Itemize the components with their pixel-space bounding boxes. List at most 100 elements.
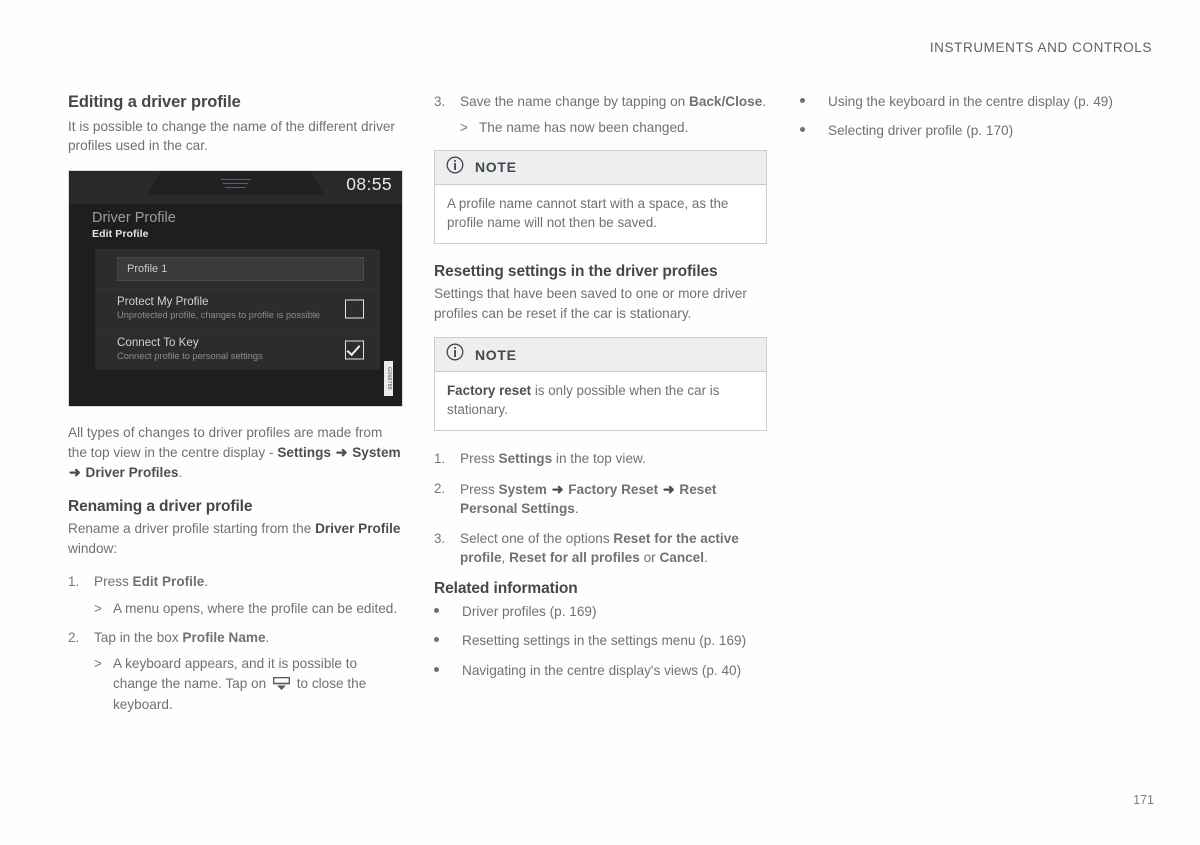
rename-intro-bold: Driver Profile — [315, 521, 401, 537]
related-link[interactable]: Resetting settings in the settings menu … — [462, 631, 767, 650]
step-bold-2: Reset for all profiles — [509, 550, 640, 565]
step-bold: Back/Close — [689, 94, 763, 109]
step-body: Tap in the box Profile Name. > A keyboar… — [94, 628, 401, 715]
step-bold-1: System — [498, 481, 547, 497]
running-header: INSTRUMENTS AND CONTROLS — [929, 40, 1152, 55]
step-text-4: . — [704, 550, 708, 565]
step-text-2: . — [574, 501, 579, 517]
step-bold-1: Settings — [498, 451, 553, 467]
step-result: > The name has now been changed. — [460, 118, 767, 137]
step-body: Select one of the options Reset for the … — [460, 529, 767, 568]
step-text-2: , — [501, 550, 510, 565]
related-information-list-continued: Using the keyboard in the centre display… — [800, 92, 1133, 141]
column-right: Using the keyboard in the centre display… — [800, 92, 1133, 151]
driver-profile-screenshot-figure: 08:55 Driver Profile Edit Profile Profil… — [68, 169, 403, 407]
caption-bold-settings: Settings — [277, 444, 331, 460]
list-item: 2. Tap in the box Profile Name. > A keyb… — [68, 628, 401, 715]
result-marker: > — [460, 120, 468, 136]
arrow-icon: ➜ — [335, 443, 348, 460]
related-link[interactable]: Using the keyboard in the centre display… — [828, 92, 1133, 111]
step-bold: Profile Name — [182, 629, 266, 645]
drag-handle-icon[interactable] — [220, 178, 251, 191]
list-item: Resetting settings in the settings menu … — [434, 631, 767, 650]
renaming-steps-list: 1. Press Edit Profile. > A menu opens, w… — [68, 572, 401, 715]
setting-title: Connect To Key — [117, 335, 199, 349]
info-icon — [446, 156, 464, 179]
step-text-3: or — [639, 550, 660, 565]
result-text: A keyboard appears, and it is possible t… — [113, 654, 401, 714]
caption-period: . — [178, 465, 183, 481]
step-bold-3: Cancel — [659, 550, 705, 565]
list-item: Driver profiles (p. 169) — [434, 602, 767, 621]
step-text-1: Save the name change by tapping on — [460, 94, 689, 109]
profile-name-value: Profile 1 — [127, 262, 168, 275]
related-link[interactable]: Driver profiles (p. 169) — [462, 602, 767, 621]
manual-page: INSTRUMENTS AND CONTROLS Editing a drive… — [0, 0, 1200, 845]
note-body-bold: Factory reset — [447, 383, 532, 399]
setting-title: Protect My Profile — [117, 294, 209, 308]
figure-caption: All types of changes to driver profiles … — [68, 423, 401, 483]
ivi-header: Driver Profile Edit Profile — [69, 203, 402, 249]
note-box-profile-name: NOTE A profile name cannot start with a … — [434, 149, 767, 244]
list-item: Navigating in the centre display's views… — [434, 661, 767, 680]
bullet-icon — [800, 92, 828, 111]
bullet-icon — [434, 631, 462, 650]
checkbox-protect-my-profile[interactable] — [345, 299, 364, 319]
setting-description: Connect profile to personal settings — [117, 351, 263, 362]
intro-paragraph: It is possible to change the name of the… — [68, 118, 395, 154]
arrow-icon: ➜ — [662, 480, 675, 497]
step-result: > A keyboard appears, and it is possible… — [94, 654, 401, 714]
rename-intro-text-1: Rename a driver profile starting from th… — [68, 521, 316, 537]
step-text-2: . — [204, 574, 209, 590]
ivi-footer — [69, 369, 402, 406]
column-left: Editing a driver profile It is possible … — [68, 92, 403, 727]
step-body: Press System ➜ Factory Reset ➜ Reset Per… — [460, 479, 767, 519]
list-item: 1. Press Settings in the top view. — [434, 449, 767, 468]
setting-row-connect-to-key[interactable]: Connect To Key Connect profile to person… — [95, 328, 380, 370]
result-text: The name has now been changed. — [479, 120, 689, 136]
step-number: 1. — [68, 574, 80, 590]
setting-row-protect-my-profile[interactable]: Protect My Profile Unprotected profile, … — [95, 287, 380, 329]
step-text-2: . — [762, 94, 767, 109]
caption-bold-driver-profiles: Driver Profiles — [85, 465, 179, 481]
step-number: 2. — [68, 629, 80, 645]
note-box-factory-reset: NOTE Factory reset is only possible when… — [434, 337, 767, 432]
step-number: 2. — [434, 480, 446, 496]
ivi-clock: 08:55 — [346, 173, 392, 194]
step-text-1: Press — [460, 481, 499, 497]
related-link[interactable]: Navigating in the centre display's views… — [462, 661, 767, 680]
note-body: A profile name cannot start with a space… — [447, 195, 729, 230]
related-link[interactable]: Selecting driver profile (p. 170) — [828, 121, 1133, 140]
step-bold: Edit Profile — [132, 574, 205, 590]
note-header: NOTE — [435, 338, 766, 373]
column-middle: 3. Save the name change by tapping on Ba… — [434, 92, 767, 690]
step-bold-2: Factory Reset — [568, 481, 659, 497]
related-information-list: Driver profiles (p. 169) Resetting setti… — [434, 602, 767, 680]
step-result: > A menu opens, where the profile can be… — [94, 599, 401, 618]
note-header: NOTE — [435, 150, 766, 185]
step-text-2: in the top view. — [552, 451, 646, 467]
result-marker: > — [94, 656, 102, 672]
step-text-1: Select one of the options — [460, 530, 614, 546]
checkbox-connect-to-key[interactable] — [345, 340, 364, 360]
ivi-settings-panel: Profile 1 Protect My Profile Unprotected… — [95, 248, 380, 370]
profile-name-input[interactable]: Profile 1 — [117, 256, 364, 281]
figure-id-code: G068789 — [383, 360, 393, 396]
list-item: 2. Press System ➜ Factory Reset ➜ Reset … — [434, 479, 767, 519]
related-information-title: Related information — [434, 580, 578, 598]
rename-intro-text-2: window: — [68, 540, 118, 556]
reset-steps-list: 1. Press Settings in the top view. 2. Pr… — [434, 449, 767, 567]
renaming-steps-continued: 3. Save the name change by tapping on Ba… — [434, 92, 767, 138]
info-icon — [446, 343, 464, 366]
step-text-1: Press — [460, 451, 499, 467]
page-number: 171 — [1133, 793, 1154, 807]
list-item: Using the keyboard in the centre display… — [800, 92, 1133, 111]
renaming-section-title: Renaming a driver profile — [68, 497, 253, 515]
ivi-subtitle: Edit Profile — [92, 227, 149, 240]
step-text-1: Press — [94, 574, 133, 590]
step-number: 3. — [434, 94, 446, 109]
ivi-title: Driver Profile — [92, 209, 176, 226]
result-marker: > — [94, 600, 102, 616]
step-body: Press Settings in the top view. — [460, 449, 767, 468]
step-body: Save the name change by tapping on Back/… — [460, 92, 767, 138]
